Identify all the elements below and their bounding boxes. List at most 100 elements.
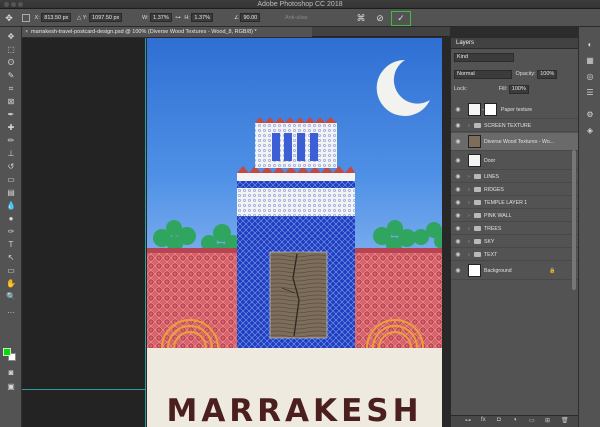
chevron-right-icon[interactable]: › (468, 223, 470, 235)
blur-tool-icon[interactable]: 💧 (3, 200, 19, 211)
visibility-eye-icon[interactable]: ◉ (454, 210, 462, 222)
add-mask-icon[interactable]: ◘ (497, 417, 501, 423)
vertical-guide[interactable] (145, 38, 146, 427)
eyedropper-tool-icon[interactable]: ✒ (3, 109, 19, 120)
layer-wood-texture[interactable]: ◉ Diverse Wood Textures - Wo... (451, 133, 579, 151)
chevron-right-icon[interactable]: › (468, 249, 470, 261)
new-layer-icon[interactable]: ⊞ (545, 417, 550, 424)
frame-tool-icon[interactable]: ⊠ (3, 96, 19, 107)
shape-tool-icon[interactable]: ▭ (3, 265, 19, 276)
visibility-eye-icon[interactable]: ◉ (454, 133, 462, 151)
eraser-tool-icon[interactable]: ▭ (3, 174, 19, 185)
angle-field[interactable]: 90.00 (240, 13, 261, 22)
visibility-eye-icon[interactable]: ◉ (454, 223, 462, 235)
layers-scrollbar[interactable] (572, 150, 576, 290)
quick-select-tool-icon[interactable]: ✎ (3, 70, 19, 81)
dodge-tool-icon[interactable]: ● (3, 213, 19, 224)
relative-position-icon[interactable]: △ (77, 15, 81, 21)
quick-mask-icon[interactable]: ◙ (3, 367, 19, 378)
layers-panel-icon[interactable]: ◈ (582, 125, 598, 136)
more-tools-icon[interactable]: ··· (3, 307, 19, 318)
type-tool-icon[interactable]: T (3, 239, 19, 250)
stamp-tool-icon[interactable]: ⊥ (3, 148, 19, 159)
gradient-tool-icon[interactable]: ▤ (3, 187, 19, 198)
document-tab[interactable]: × marrakesh-travel-postcard-design.psd @… (22, 27, 312, 37)
chevron-right-icon[interactable]: › (468, 197, 470, 209)
horizontal-guide[interactable] (22, 389, 145, 390)
hand-tool-icon[interactable]: ✋ (3, 278, 19, 289)
move-tool-icon[interactable]: ✥ (3, 12, 15, 24)
close-tab-icon[interactable]: × (25, 27, 28, 37)
visibility-eye-icon[interactable]: ◉ (454, 101, 462, 119)
properties-panel-icon[interactable]: ⚙ (582, 109, 598, 120)
foreground-color-swatch[interactable] (3, 348, 11, 356)
libraries-panel-icon[interactable]: ☰ (582, 87, 598, 98)
chevron-right-icon[interactable]: › (468, 210, 470, 222)
history-brush-icon[interactable]: ↺ (3, 161, 19, 172)
layer-thumbnail (468, 154, 481, 167)
layer-door[interactable]: ◉ Door (451, 152, 579, 170)
h-label: H: (184, 15, 190, 21)
brush-tool-icon[interactable]: ✏ (3, 135, 19, 146)
visibility-eye-icon[interactable]: ◉ (454, 236, 462, 248)
canvas-area[interactable]: MARRAKESH (22, 38, 450, 427)
visibility-eye-icon[interactable]: ◉ (454, 249, 462, 261)
chevron-right-icon[interactable]: › (468, 171, 470, 183)
chevron-right-icon[interactable]: › (468, 184, 470, 196)
pen-tool-icon[interactable]: ✑ (3, 226, 19, 237)
delete-layer-icon[interactable]: 🗑 (561, 417, 569, 424)
link-icon[interactable]: ⊶ (175, 15, 181, 21)
layer-mask-thumbnail[interactable] (484, 103, 497, 116)
zoom-tool-icon[interactable]: 🔍 (3, 291, 19, 302)
layer-kind-filter[interactable]: Kind (454, 53, 514, 62)
fx-icon[interactable]: fx (481, 417, 486, 423)
layer-temple[interactable]: ◉ › TEMPLE LAYER 1 (451, 197, 579, 209)
layer-ridges[interactable]: ◉ › RIDGES (451, 184, 579, 196)
folder-icon (474, 252, 481, 257)
cancel-transform-icon[interactable]: ⊘ (374, 12, 386, 24)
marquee-tool-icon[interactable]: ⬚ (3, 44, 19, 55)
width-field[interactable]: 1.37% (150, 13, 172, 22)
healing-tool-icon[interactable]: ✚ (3, 122, 19, 133)
color-panel-icon[interactable]: ◐ (582, 39, 598, 50)
adjustments-panel-icon[interactable]: ◎ (582, 71, 598, 82)
visibility-eye-icon[interactable]: ◉ (454, 184, 462, 196)
swatches-panel-icon[interactable]: ▦ (582, 55, 598, 66)
layer-background[interactable]: ◉ Background 🔒 (451, 262, 579, 280)
opacity-field[interactable]: 100% (537, 70, 558, 79)
y-position-field[interactable]: 1097.50 px (89, 13, 123, 22)
visibility-eye-icon[interactable]: ◉ (454, 262, 462, 280)
layer-screen-texture[interactable]: ◉ › SCREEN TEXTURE (451, 120, 579, 132)
pasteboard (22, 38, 145, 427)
reference-point-icon[interactable] (22, 13, 30, 22)
layer-sky[interactable]: ◉ › SKY (451, 236, 579, 248)
warp-icon[interactable]: ⌘ (355, 12, 367, 24)
layer-lines[interactable]: ◉ › LINES (451, 171, 579, 183)
layer-paper-texture[interactable]: ◉ ⊶ Paper texture (451, 101, 579, 119)
adjustment-layer-icon[interactable]: ◑ (513, 417, 517, 423)
antialias-checkbox[interactable]: Anti-alias (285, 15, 308, 21)
y-label: Y: (82, 15, 88, 21)
lasso-tool-icon[interactable]: ʘ (3, 57, 19, 68)
chevron-right-icon[interactable]: › (468, 236, 470, 248)
screen-mode-icon[interactable]: ▣ (3, 381, 19, 392)
x-position-field[interactable]: 813.50 px (41, 13, 72, 22)
layer-trees[interactable]: ◉ › TREES (451, 223, 579, 235)
link-layers-icon[interactable]: ⊶ (465, 417, 471, 424)
commit-transform-icon[interactable]: ✓ (391, 10, 411, 26)
visibility-eye-icon[interactable]: ◉ (454, 120, 462, 132)
path-select-tool-icon[interactable]: ↖ (3, 252, 19, 263)
visibility-eye-icon[interactable]: ◉ (454, 152, 462, 170)
new-group-icon[interactable]: ▭ (529, 417, 535, 424)
visibility-eye-icon[interactable]: ◉ (454, 197, 462, 209)
move-tool-icon[interactable]: ✥ (3, 31, 19, 42)
fill-field[interactable]: 100% (508, 85, 529, 94)
height-field[interactable]: 1.37% (191, 13, 213, 22)
chevron-right-icon[interactable]: › (468, 120, 470, 132)
layer-pink-wall[interactable]: ◉ › PINK WALL (451, 210, 579, 222)
layer-thumbnail (468, 135, 481, 148)
crop-tool-icon[interactable]: ⌗ (3, 83, 19, 94)
visibility-eye-icon[interactable]: ◉ (454, 171, 462, 183)
blend-mode-select[interactable]: Normal (454, 70, 512, 79)
layer-text[interactable]: ◉ › TEXT (451, 249, 579, 261)
